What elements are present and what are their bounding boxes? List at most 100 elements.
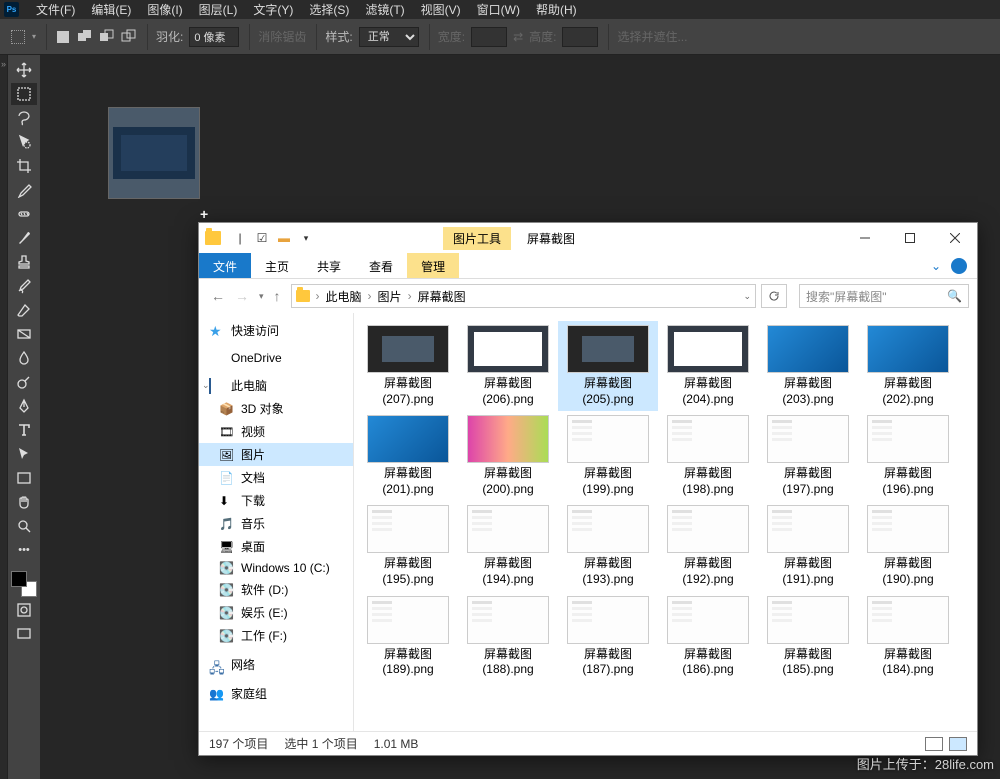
search-icon[interactable]: 🔍	[947, 289, 962, 303]
stamp-tool[interactable]	[11, 251, 37, 273]
sidebar-item[interactable]: ⬇下载	[199, 489, 353, 512]
hand-tool[interactable]	[11, 491, 37, 513]
sidebar-item[interactable]: 💽娱乐 (E:)	[199, 601, 353, 624]
ribbon-tab-manage[interactable]: 管理	[407, 253, 459, 278]
file-item[interactable]: 屏幕截图(193).png	[558, 501, 658, 591]
history-brush-tool[interactable]	[11, 275, 37, 297]
crop-tool[interactable]	[11, 155, 37, 177]
file-item[interactable]: 屏幕截图(184).png	[858, 592, 958, 682]
explorer-titlebar[interactable]: | ☑ ▬ ▾ 图片工具 屏幕截图	[199, 223, 977, 253]
ribbon-tab-file[interactable]: 文件	[199, 253, 251, 278]
sidebar-item[interactable]: 💽软件 (D:)	[199, 578, 353, 601]
ribbon-expand-icon[interactable]: ⌄	[931, 259, 941, 273]
file-item[interactable]: 屏幕截图(200).png	[458, 411, 558, 501]
chevron-right-icon[interactable]: ›	[408, 289, 412, 303]
breadcrumb-item[interactable]: 图片	[378, 288, 402, 305]
file-item[interactable]: 屏幕截图(201).png	[358, 411, 458, 501]
view-details-icon[interactable]	[925, 737, 943, 751]
sidebar-quick-access[interactable]: ★快速访问	[199, 319, 353, 342]
healing-tool[interactable]	[11, 203, 37, 225]
type-tool[interactable]	[11, 419, 37, 441]
ps-menu-item[interactable]: 图像(I)	[140, 0, 189, 20]
sidebar-item[interactable]: 💽工作 (F:)	[199, 624, 353, 647]
eraser-tool[interactable]	[11, 299, 37, 321]
chevron-right-icon[interactable]: ›	[316, 289, 320, 303]
close-button[interactable]	[932, 223, 977, 253]
blur-tool[interactable]	[11, 347, 37, 369]
ps-menu-item[interactable]: 文字(Y)	[246, 0, 300, 20]
move-tool[interactable]	[11, 59, 37, 81]
breadcrumb-item[interactable]: 屏幕截图	[418, 288, 466, 305]
file-list[interactable]: 屏幕截图(207).png屏幕截图(206).png屏幕截图(205).png屏…	[354, 313, 977, 731]
sidebar-this-pc[interactable]: ⌄此电脑	[199, 374, 353, 397]
file-item[interactable]: 屏幕截图(191).png	[758, 501, 858, 591]
marquee-tool-icon[interactable]	[10, 29, 26, 45]
file-item[interactable]: 屏幕截图(207).png	[358, 321, 458, 411]
nav-back-button[interactable]: ←	[211, 288, 225, 304]
ribbon-tab-view[interactable]: 查看	[355, 253, 407, 278]
path-select-tool[interactable]	[11, 443, 37, 465]
chevron-down-icon[interactable]: ▾	[32, 32, 36, 41]
document-thumbnail[interactable]	[108, 107, 200, 199]
qat-properties-icon[interactable]: ☑	[255, 231, 269, 245]
eyedropper-tool[interactable]	[11, 179, 37, 201]
minimize-button[interactable]	[842, 223, 887, 253]
sidebar-item[interactable]: 🖼图片	[199, 443, 353, 466]
maximize-button[interactable]	[887, 223, 932, 253]
feather-input[interactable]	[189, 27, 239, 47]
nav-history-icon[interactable]: ▾	[259, 291, 264, 302]
chevron-right-icon[interactable]: ›	[368, 289, 372, 303]
file-item[interactable]: 屏幕截图(185).png	[758, 592, 858, 682]
file-item[interactable]: 屏幕截图(197).png	[758, 411, 858, 501]
ps-menu-item[interactable]: 编辑(E)	[84, 0, 138, 20]
more-tools-icon[interactable]: •••	[11, 539, 37, 561]
search-input[interactable]: 搜索"屏幕截图" 🔍	[799, 284, 969, 308]
file-item[interactable]: 屏幕截图(196).png	[858, 411, 958, 501]
breadcrumb-item[interactable]: 此电脑	[326, 288, 362, 305]
subtract-selection-icon[interactable]	[99, 29, 115, 45]
file-item[interactable]: 屏幕截图(189).png	[358, 592, 458, 682]
sidebar-item[interactable]: 💽Windows 10 (C:)	[199, 558, 353, 578]
marquee-tool[interactable]	[11, 83, 37, 105]
file-item[interactable]: 屏幕截图(203).png	[758, 321, 858, 411]
file-item[interactable]: 屏幕截图(195).png	[358, 501, 458, 591]
file-item[interactable]: 屏幕截图(188).png	[458, 592, 558, 682]
sidebar-item[interactable]: 📄文档	[199, 466, 353, 489]
file-item[interactable]: 屏幕截图(190).png	[858, 501, 958, 591]
quick-mask-icon[interactable]	[11, 599, 37, 621]
sidebar-homegroup[interactable]: 👥家庭组	[199, 682, 353, 705]
refresh-button[interactable]	[761, 284, 787, 308]
ps-menu-item[interactable]: 文件(F)	[29, 0, 82, 20]
address-bar[interactable]: › 此电脑 › 图片 › 屏幕截图 ⌄	[291, 284, 756, 308]
addr-dropdown-icon[interactable]: ⌄	[743, 291, 751, 302]
qat-chevron-icon[interactable]: ▾	[299, 231, 313, 245]
sidebar-item[interactable]: 🖥桌面	[199, 535, 353, 558]
file-item[interactable]: 屏幕截图(194).png	[458, 501, 558, 591]
ps-menu-item[interactable]: 滤镜(T)	[358, 0, 411, 20]
ribbon-tab-home[interactable]: 主页	[251, 253, 303, 278]
sidebar-network[interactable]: 🖧网络	[199, 653, 353, 676]
intersect-selection-icon[interactable]	[121, 29, 137, 45]
nav-up-button[interactable]: ↑	[274, 288, 281, 304]
style-select[interactable]: 正常	[359, 27, 419, 47]
pen-tool[interactable]	[11, 395, 37, 417]
file-item[interactable]: 屏幕截图(186).png	[658, 592, 758, 682]
zoom-tool[interactable]	[11, 515, 37, 537]
ribbon-tab-share[interactable]: 共享	[303, 253, 355, 278]
file-item[interactable]: 屏幕截图(187).png	[558, 592, 658, 682]
file-item[interactable]: 屏幕截图(202).png	[858, 321, 958, 411]
brush-tool[interactable]	[11, 227, 37, 249]
ps-menu-item[interactable]: 视图(V)	[414, 0, 468, 20]
sidebar-item[interactable]: 📦3D 对象	[199, 397, 353, 420]
ps-menu-item[interactable]: 帮助(H)	[529, 0, 584, 20]
new-selection-icon[interactable]	[55, 29, 71, 45]
rectangle-tool[interactable]	[11, 467, 37, 489]
sidebar-onedrive[interactable]: OneDrive	[199, 348, 353, 368]
ps-menu-item[interactable]: 图层(L)	[192, 0, 245, 20]
collapse-icon[interactable]: »	[1, 59, 6, 69]
lasso-tool[interactable]	[11, 107, 37, 129]
qat-newfolder-icon[interactable]: ▬	[277, 231, 291, 245]
nav-forward-button[interactable]: →	[235, 288, 249, 304]
ps-menu-item[interactable]: 选择(S)	[302, 0, 356, 20]
ps-menu-item[interactable]: 窗口(W)	[470, 0, 527, 20]
